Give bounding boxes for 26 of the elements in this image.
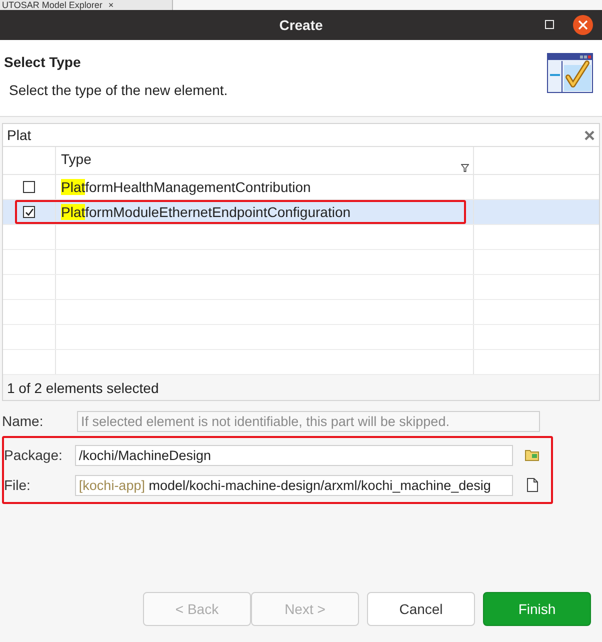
type-name: PlatformModuleEthernetEndpointConfiguration	[61, 204, 351, 220]
wizard-checkmark-icon	[547, 53, 593, 93]
field-label: File:	[4, 477, 32, 493]
tab-close-button[interactable]: ×	[108, 0, 114, 10]
wizard-button[interactable]: Cancel	[367, 592, 475, 626]
type-name: PlatformHealthManagementContribution	[61, 179, 311, 195]
maximize-button[interactable]	[545, 20, 554, 29]
selection-status: 1 of 2 elements selected	[6, 378, 160, 398]
window-title: Create	[279, 17, 323, 33]
field-label: Name:	[2, 413, 44, 429]
page-title: Select Type	[4, 54, 82, 70]
checkbox[interactable]	[23, 206, 35, 218]
filter-icon[interactable]	[461, 164, 469, 172]
folder-icon[interactable]	[525, 449, 540, 461]
page-description: Select the type of the new element.	[8, 82, 228, 98]
clear-icon[interactable]	[584, 130, 595, 140]
file-icon[interactable]	[526, 478, 538, 492]
table-row[interactable]: PlatformModuleEthernetEndpointConfiguration	[3, 200, 599, 225]
field-label: Package:	[4, 447, 64, 463]
filter-field[interactable]: Plat	[3, 124, 599, 147]
background-tab-title[interactable]: UTOSAR Model Explorer	[2, 0, 102, 10]
close-icon[interactable]	[578, 20, 588, 30]
checkbox[interactable]	[23, 181, 35, 193]
package-field[interactable]: /kochi/MachineDesign	[74, 444, 514, 466]
file-field[interactable]: [kochi-app] model/kochi-machine-design/arxml/kochi_machine_desig	[74, 474, 514, 496]
close-button[interactable]	[573, 15, 593, 35]
